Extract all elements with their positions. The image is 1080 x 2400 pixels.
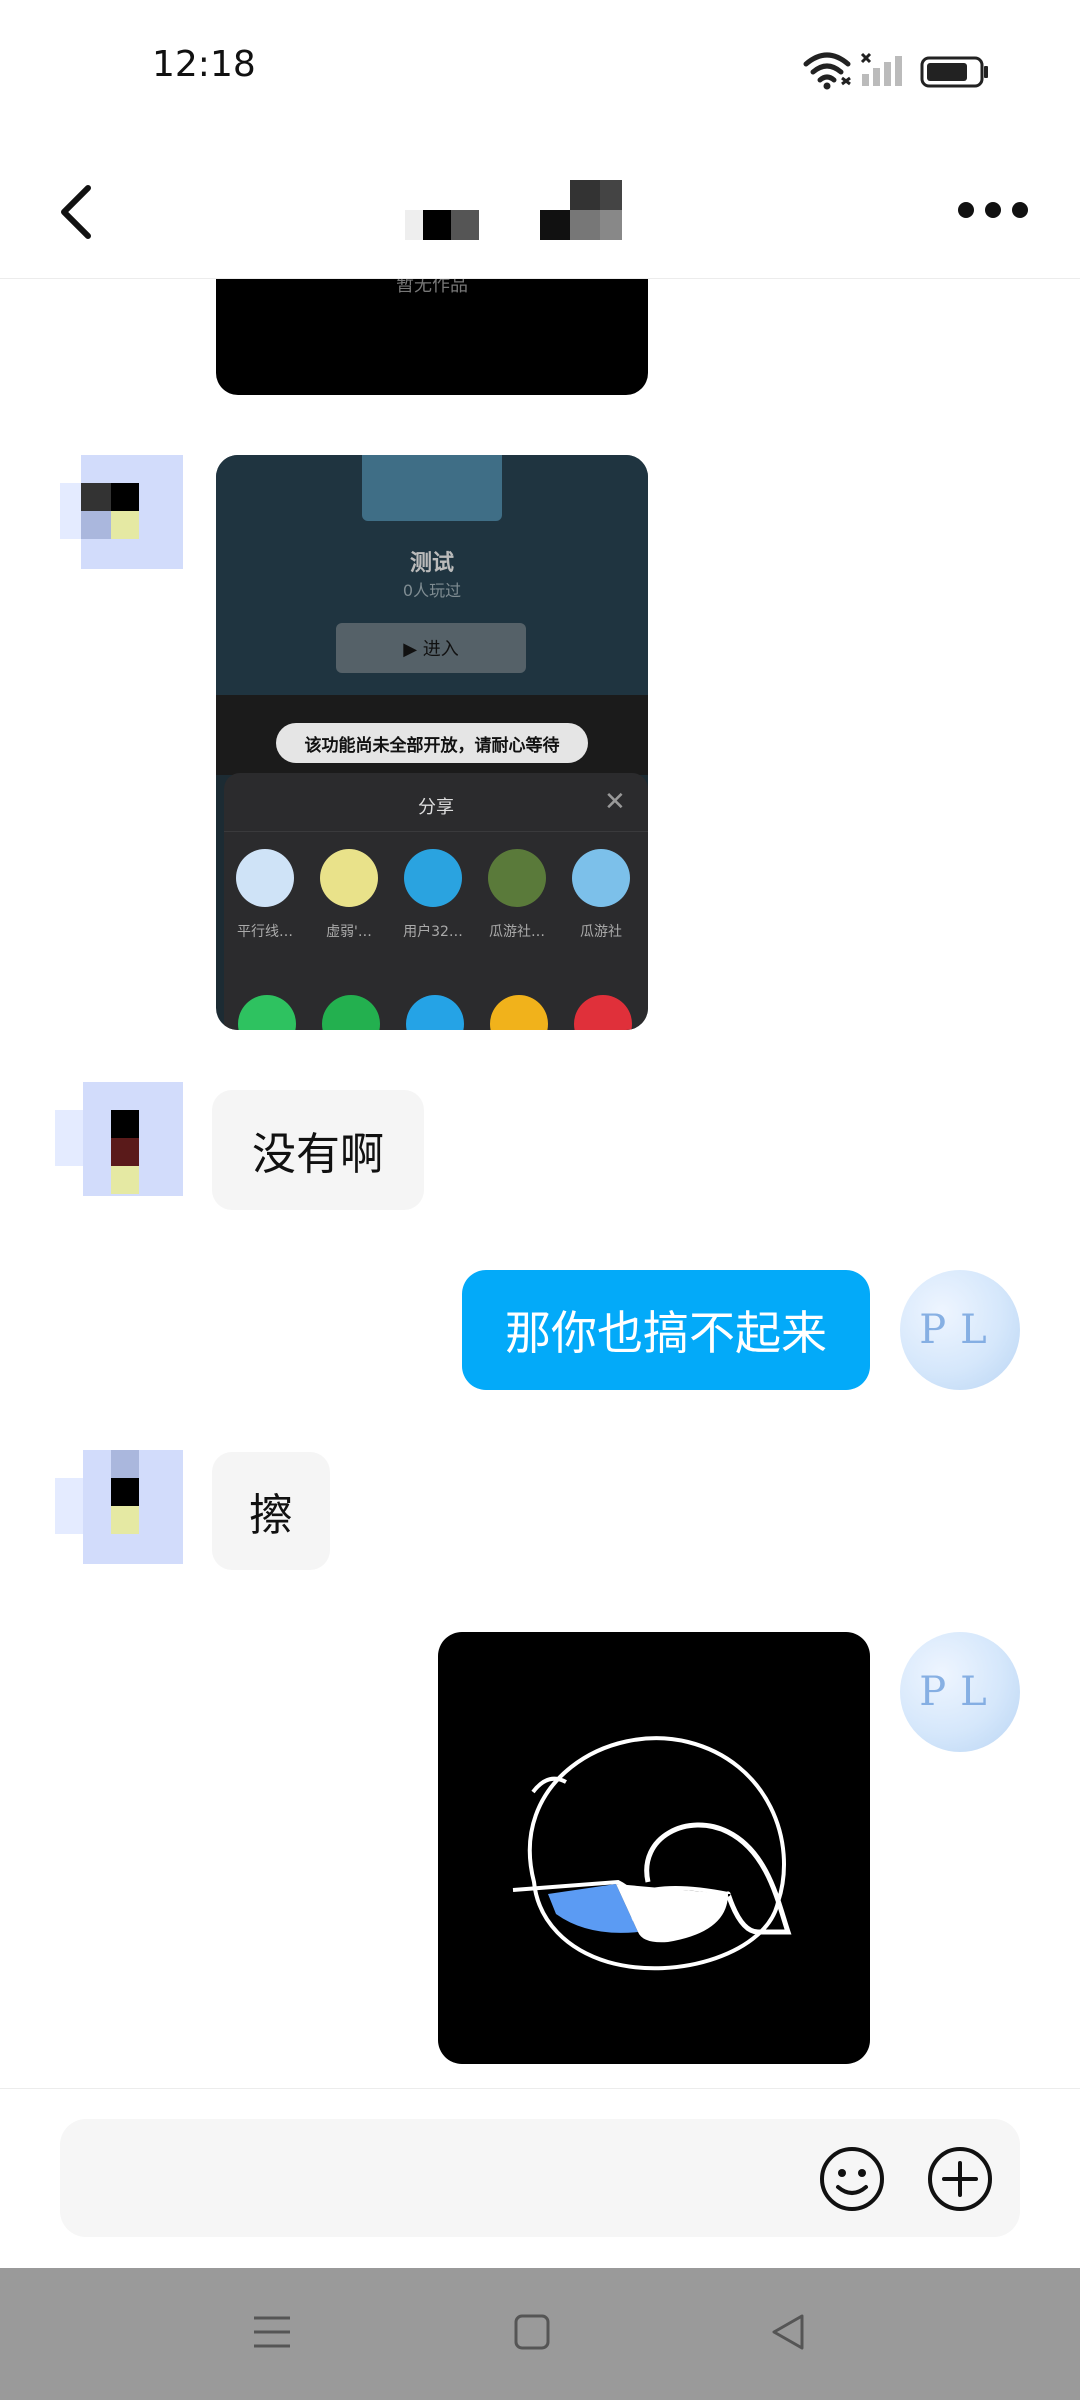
shot-share-avatar	[236, 849, 294, 907]
shot-toast: 该功能尚未全部开放，请耐心等待	[276, 723, 588, 763]
back-triangle-icon[interactable]	[766, 2310, 810, 2354]
pixelated-title-image	[405, 180, 622, 240]
shot-enter-button: ▶ 进入	[336, 623, 526, 673]
plus-icon	[928, 2147, 992, 2211]
close-icon: ✕	[604, 787, 626, 817]
chat-header	[0, 140, 1080, 279]
shot-share-target: 用户32…	[398, 849, 468, 941]
shot-share-app-icon	[490, 995, 548, 1030]
partial-caption: 暂无作品	[396, 279, 468, 296]
shot-share-app-icon	[238, 995, 296, 1030]
page-title	[395, 170, 635, 250]
shot-game-title: 测试	[409, 551, 454, 576]
shot-share-avatar	[404, 849, 462, 907]
shot-share-app-icon	[574, 995, 632, 1030]
shot-share-target: 瓜游社…	[482, 849, 552, 941]
shot-share-title: 分享	[418, 797, 454, 818]
my-avatar[interactable]: PL	[900, 1632, 1020, 1752]
sticker-face-drawing	[512, 1736, 792, 1971]
home-square-icon[interactable]	[510, 2310, 554, 2354]
shot-share-avatar	[572, 849, 630, 907]
my-avatar[interactable]: PL	[900, 1270, 1020, 1390]
message-bubble-outgoing[interactable]: 那你也搞不起来	[462, 1270, 870, 1390]
shot-share-avatar	[320, 849, 378, 907]
image-message-screenshot[interactable]: 测试 0人玩过 ▶ 进入 该功能尚未全部开放，请耐心等待 分享 ✕ 平行线… 虚弱…	[216, 455, 648, 1030]
contact-avatar[interactable]	[55, 1450, 183, 1578]
gamepad-icon	[362, 455, 502, 521]
image-message-drawing[interactable]	[438, 1632, 870, 2064]
shot-share-label: 虚弱'…	[326, 924, 372, 940]
shot-share-label: 瓜游社	[580, 924, 622, 940]
message-bubble-incoming[interactable]: 没有啊	[212, 1090, 424, 1210]
shot-share-avatar	[488, 849, 546, 907]
message-input-bar	[0, 2088, 1080, 2269]
system-nav-bar	[0, 2268, 1080, 2400]
emoji-button[interactable]	[818, 2145, 886, 2213]
shot-share-app-icon	[406, 995, 464, 1030]
shot-game-banner: 测试 0人玩过 ▶ 进入	[216, 455, 648, 695]
my-avatar-text: PL	[919, 1307, 1001, 1353]
signal-icon	[860, 52, 902, 86]
shot-share-app-icon	[322, 995, 380, 1030]
my-avatar-text: PL	[919, 1669, 1001, 1715]
more-button[interactable]	[948, 180, 1038, 240]
back-button[interactable]	[48, 162, 118, 252]
shot-share-label: 用户32…	[403, 924, 463, 940]
message-bubble-incoming[interactable]: 擦	[212, 1452, 330, 1570]
shot-share-target: 平行线…	[230, 849, 300, 941]
menu-icon[interactable]	[250, 2310, 294, 2354]
status-bar: 12:18	[0, 0, 1080, 140]
wifi-icon	[803, 52, 851, 90]
emoji-icon	[820, 2147, 884, 2211]
shot-share-target: 虚弱'…	[314, 849, 384, 941]
contact-avatar[interactable]	[55, 1082, 183, 1210]
shot-share-target: 瓜游社	[566, 849, 636, 941]
shot-share-divider	[224, 831, 648, 832]
back-arrow-icon	[61, 185, 91, 239]
image-message-partial[interactable]: 暂无作品	[216, 279, 648, 395]
shot-play-count: 0人玩过	[402, 581, 462, 600]
contact-avatar[interactable]	[55, 455, 183, 583]
shot-share-label: 瓜游社…	[489, 924, 545, 940]
status-time: 12:18	[152, 44, 256, 85]
shot-share-label: 平行线…	[237, 924, 293, 940]
shot-share-sheet: 分享 ✕ 平行线… 虚弱'… 用户32… 瓜游社… 瓜游社	[224, 773, 648, 1030]
battery-icon	[920, 56, 988, 88]
plus-button[interactable]	[926, 2145, 994, 2213]
more-dots-icon	[958, 202, 1028, 218]
